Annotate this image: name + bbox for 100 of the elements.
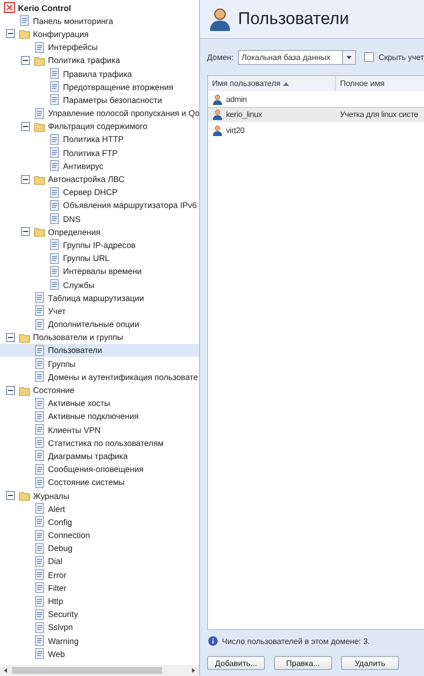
collapse-icon[interactable]	[21, 174, 30, 184]
collapse-icon[interactable]	[21, 56, 30, 65]
user-icon	[212, 109, 223, 120]
table-row[interactable]: admin	[208, 91, 424, 108]
page-title: Пользователи	[238, 9, 349, 29]
page-icon	[49, 266, 60, 277]
page-icon	[49, 239, 60, 250]
page-icon	[34, 371, 45, 382]
action-button[interactable]: Правка...	[274, 656, 332, 670]
tree-item[interactable]: Sslvpn	[0, 620, 199, 634]
tree-item[interactable]: Предотвращение вторжения	[0, 80, 199, 94]
tree-item[interactable]: Интерфейсы	[0, 40, 199, 54]
page-icon	[49, 252, 60, 264]
tree-item[interactable]: Config	[0, 515, 199, 528]
tree-item[interactable]: Дополнительные опции	[0, 318, 199, 331]
checkbox[interactable]	[364, 52, 374, 62]
tree-item[interactable]: Активные хосты	[0, 396, 199, 410]
tree-item[interactable]: Политика HTTP	[0, 132, 199, 146]
tree-item[interactable]: Правила трафика	[0, 66, 199, 80]
action-button[interactable]: Удалить	[341, 656, 399, 670]
action-button[interactable]: Добавить...	[207, 656, 265, 670]
page-icon	[34, 42, 45, 53]
collapse-icon[interactable]	[21, 122, 30, 131]
tree-item[interactable]: Alert	[0, 502, 199, 516]
collapse-icon[interactable]	[6, 386, 15, 395]
page-icon	[34, 582, 45, 594]
page-icon	[34, 503, 45, 514]
collapse-icon[interactable]	[6, 332, 15, 342]
folder-icon	[34, 54, 45, 66]
tree-item[interactable]: Политика FTP	[0, 146, 199, 160]
tree-item[interactable]: Security	[0, 608, 199, 621]
page-icon	[34, 437, 45, 448]
tree-item[interactable]: Фильтрация содержимого	[0, 120, 199, 133]
tree-item[interactable]: Журналы	[0, 488, 199, 502]
tree-item[interactable]: DNS	[0, 212, 199, 226]
collapse-icon[interactable]	[21, 227, 30, 236]
page-icon	[49, 160, 60, 172]
checkbox-label: Скрыть учет	[378, 52, 424, 62]
tree-item[interactable]: Группы URL	[0, 252, 199, 265]
tree-item[interactable]: Политика трафика	[0, 54, 199, 67]
tree-item[interactable]: Панель мониторинга	[0, 14, 199, 28]
page-icon	[49, 134, 60, 145]
tree-item[interactable]: Объявления маршрутизатора IPv6	[0, 198, 199, 212]
tree-item[interactable]: Группы IP-адресов	[0, 238, 199, 252]
tree-item[interactable]: Web	[0, 647, 199, 660]
tree-item[interactable]: Пользователи	[0, 344, 199, 358]
page-icon	[34, 305, 45, 316]
tree-item[interactable]: Автонастройка ЛВС	[0, 172, 199, 186]
table-row[interactable]: virt20	[208, 122, 424, 138]
tree-item[interactable]: Filter	[0, 581, 199, 594]
tree-item[interactable]: Интервалы времени	[0, 264, 199, 278]
page-icon	[49, 200, 60, 211]
tree-item[interactable]: Параметры безопасности	[0, 93, 199, 106]
page-icon	[34, 530, 45, 541]
page-icon	[34, 464, 45, 475]
tree-item[interactable]: Пользователи и группы	[0, 330, 199, 344]
tree-item[interactable]: Dial	[0, 554, 199, 568]
folder-icon	[34, 120, 45, 132]
tree-item[interactable]: Состояние системы	[0, 476, 199, 489]
page-icon	[49, 213, 60, 224]
horizontal-scrollbar[interactable]	[0, 665, 199, 676]
tree-item[interactable]: Статистика по пользователям	[0, 436, 199, 450]
user-icon	[212, 94, 223, 105]
tree-item[interactable]: Kerio Control	[0, 1, 199, 14]
tree-item[interactable]: Error	[0, 568, 199, 582]
tree-item[interactable]: Группы	[0, 357, 199, 370]
info-icon	[208, 636, 218, 646]
tree-item[interactable]: Учет	[0, 304, 199, 318]
tree-item[interactable]: Конфигурация	[0, 27, 199, 41]
tree-item[interactable]: Сервер DHCP	[0, 186, 199, 199]
page-icon	[19, 15, 30, 26]
info-text: Число пользователей в этом домене: 3.	[222, 636, 370, 646]
dropdown-caret-icon[interactable]	[342, 50, 356, 64]
tree-item[interactable]: Состояние	[0, 383, 199, 397]
tree-item[interactable]: Сообщения-оповещения	[0, 462, 199, 476]
page-icon	[34, 344, 45, 356]
domain-select[interactable]: Локальная база данных	[238, 50, 356, 64]
page-icon	[34, 108, 45, 119]
page-icon	[34, 450, 45, 462]
page-icon	[34, 635, 45, 646]
page-icon	[49, 68, 60, 80]
tree-item[interactable]: Http	[0, 594, 199, 608]
tree-item[interactable]: Диаграммы трафика	[0, 449, 199, 463]
folder-icon	[34, 174, 45, 185]
tree-item[interactable]: Активные подключения	[0, 410, 199, 423]
tree-item[interactable]: Антивирус	[0, 159, 199, 172]
tree-item[interactable]: Управление полосой пропускания и Qo	[0, 106, 199, 120]
tree-item[interactable]: Connection	[0, 528, 199, 542]
tree-item[interactable]: Warning	[0, 634, 199, 648]
tree-item[interactable]: Службы	[0, 278, 199, 292]
tree-item[interactable]: Определения	[0, 225, 199, 238]
page-icon	[34, 424, 45, 436]
collapse-icon[interactable]	[6, 491, 15, 500]
collapse-icon[interactable]	[6, 29, 15, 38]
tree-item[interactable]: Таблица маршрутизации	[0, 291, 199, 304]
tree-item[interactable]: Клиенты VPN	[0, 423, 199, 436]
table-cell: virt20	[226, 126, 244, 135]
page-icon	[34, 358, 45, 370]
tree-item[interactable]: Debug	[0, 542, 199, 555]
tree-item[interactable]: Домены и аутентификация пользовате	[0, 370, 199, 384]
